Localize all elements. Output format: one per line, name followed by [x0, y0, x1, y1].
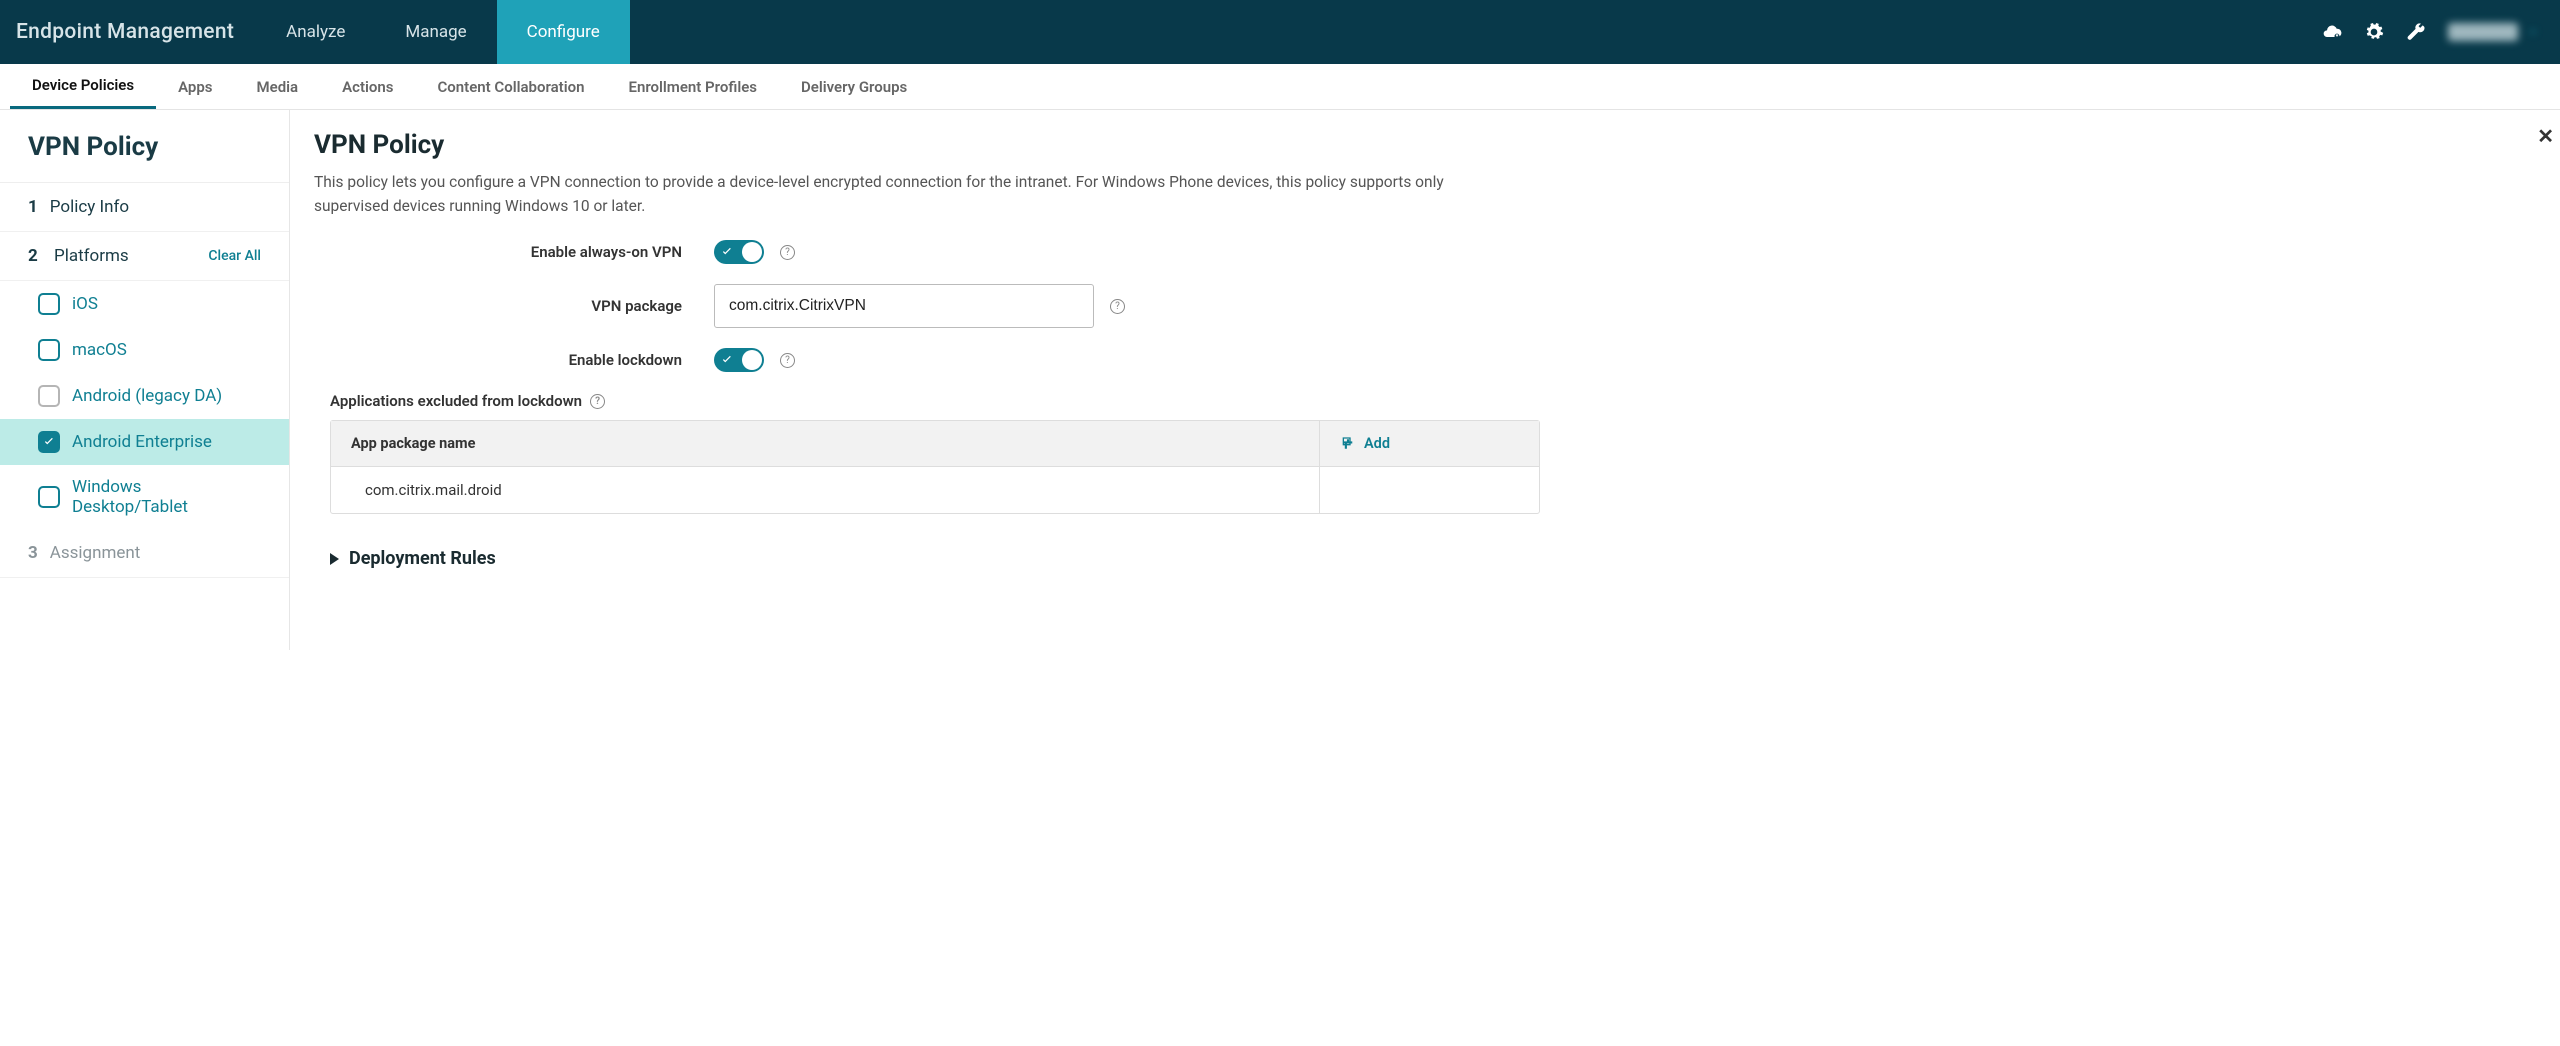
clear-all-link[interactable]: Clear All — [208, 248, 261, 264]
step-label: Platforms — [54, 246, 129, 266]
nav-configure[interactable]: Configure — [497, 0, 630, 64]
top-icon-bar — [2322, 0, 2560, 64]
label-enable-always-on-vpn: Enable always-on VPN — [314, 243, 714, 261]
step-policy-info[interactable]: 1 Policy Info — [0, 183, 289, 232]
column-app-package-name: App package name — [331, 421, 1319, 466]
row-enable-always-on-vpn: Enable always-on VPN ? — [314, 240, 2520, 264]
step-platforms[interactable]: 2 Platforms Clear All — [0, 232, 289, 281]
toggle-enable-always-on-vpn[interactable] — [714, 240, 764, 264]
main-title: VPN Policy — [314, 130, 2520, 160]
chevron-down-icon — [2526, 25, 2540, 39]
platform-android-legacy[interactable]: Android (legacy DA) — [0, 373, 289, 419]
platform-ios[interactable]: iOS — [0, 281, 289, 327]
close-button[interactable]: ✕ — [2537, 124, 2554, 148]
toggle-enable-lockdown[interactable] — [714, 348, 764, 372]
platform-label: Windows Desktop/Tablet — [72, 477, 261, 517]
add-label: Add — [1364, 435, 1390, 452]
deployment-rules-label: Deployment Rules — [349, 548, 496, 569]
subtab-enrollment-profiles[interactable]: Enrollment Profiles — [607, 64, 780, 109]
help-icon[interactable]: ? — [780, 353, 795, 368]
step-assignment[interactable]: 3 Assignment — [0, 529, 289, 578]
gear-icon[interactable] — [2364, 22, 2384, 42]
label-vpn-package: VPN package — [314, 297, 714, 315]
table-row[interactable]: com.citrix.mail.droid — [331, 467, 1539, 513]
wizard-sidebar: VPN Policy 1 Policy Info 2 Platforms Cle… — [0, 110, 290, 650]
top-bar: Endpoint Management Analyze Manage Confi… — [0, 0, 2560, 64]
cloud-gear-icon[interactable] — [2322, 22, 2342, 42]
check-icon — [720, 245, 734, 259]
subtab-delivery-groups[interactable]: Delivery Groups — [779, 64, 929, 109]
label-enable-lockdown: Enable lockdown — [314, 351, 714, 369]
row-vpn-package: VPN package ? — [314, 284, 2520, 328]
checkbox-icon[interactable] — [38, 339, 60, 361]
help-icon[interactable]: ? — [1110, 299, 1125, 314]
cell-actions — [1319, 467, 1539, 513]
platform-label: Android Enterprise — [72, 432, 212, 452]
label-excluded-apps: Applications excluded from lockdown ? — [330, 392, 2520, 410]
step-number: 2 — [28, 246, 38, 266]
triangle-right-icon — [330, 553, 339, 565]
wrench-icon[interactable] — [2406, 22, 2426, 42]
subtab-media[interactable]: Media — [235, 64, 321, 109]
checkbox-icon[interactable] — [38, 293, 60, 315]
checkbox-icon[interactable] — [38, 486, 60, 508]
row-enable-lockdown: Enable lockdown ? — [314, 348, 2520, 372]
nav-analyze[interactable]: Analyze — [256, 0, 375, 64]
cell-package-name: com.citrix.mail.droid — [331, 467, 1319, 513]
subtab-actions[interactable]: Actions — [320, 64, 415, 109]
table-header: App package name Add — [331, 421, 1539, 467]
platform-label: Android (legacy DA) — [72, 386, 222, 406]
content-area: VPN Policy 1 Policy Info 2 Platforms Cle… — [0, 110, 2560, 650]
sidebar-title: VPN Policy — [0, 110, 289, 183]
help-icon[interactable]: ? — [590, 394, 605, 409]
platform-macos[interactable]: macOS — [0, 327, 289, 373]
brand-title: Endpoint Management — [0, 0, 256, 64]
platform-windows[interactable]: Windows Desktop/Tablet — [0, 465, 289, 529]
policy-description: This policy lets you configure a VPN con… — [314, 170, 1454, 218]
sub-tabs: Device Policies Apps Media Actions Conte… — [0, 64, 2560, 110]
user-menu[interactable] — [2448, 23, 2540, 41]
step-number: 3 — [28, 543, 38, 563]
add-icon — [1340, 436, 1356, 452]
subtab-content-collaboration[interactable]: Content Collaboration — [415, 64, 606, 109]
deployment-rules-section[interactable]: Deployment Rules — [330, 548, 2520, 569]
step-label: Policy Info — [50, 197, 129, 217]
step-label: Assignment — [50, 543, 141, 563]
main-panel: ✕ VPN Policy This policy lets you config… — [290, 110, 2560, 650]
excluded-apps-table: App package name Add com.citrix.mail.dro… — [330, 420, 1540, 514]
input-vpn-package[interactable] — [714, 284, 1094, 328]
checkbox-checked-icon[interactable] — [38, 431, 60, 453]
subtab-apps[interactable]: Apps — [156, 64, 234, 109]
check-icon — [720, 353, 734, 367]
help-icon[interactable]: ? — [780, 245, 795, 260]
step-number: 1 — [28, 197, 38, 217]
platform-label: macOS — [72, 340, 127, 360]
excluded-apps-text: Applications excluded from lockdown — [330, 392, 582, 410]
checkbox-icon[interactable] — [38, 385, 60, 407]
nav-manage[interactable]: Manage — [375, 0, 496, 64]
platform-label: iOS — [72, 294, 98, 314]
subtab-device-policies[interactable]: Device Policies — [10, 64, 156, 109]
platform-android-enterprise[interactable]: Android Enterprise — [0, 419, 289, 465]
add-button[interactable]: Add — [1319, 421, 1539, 466]
top-nav: Analyze Manage Configure — [256, 0, 630, 64]
